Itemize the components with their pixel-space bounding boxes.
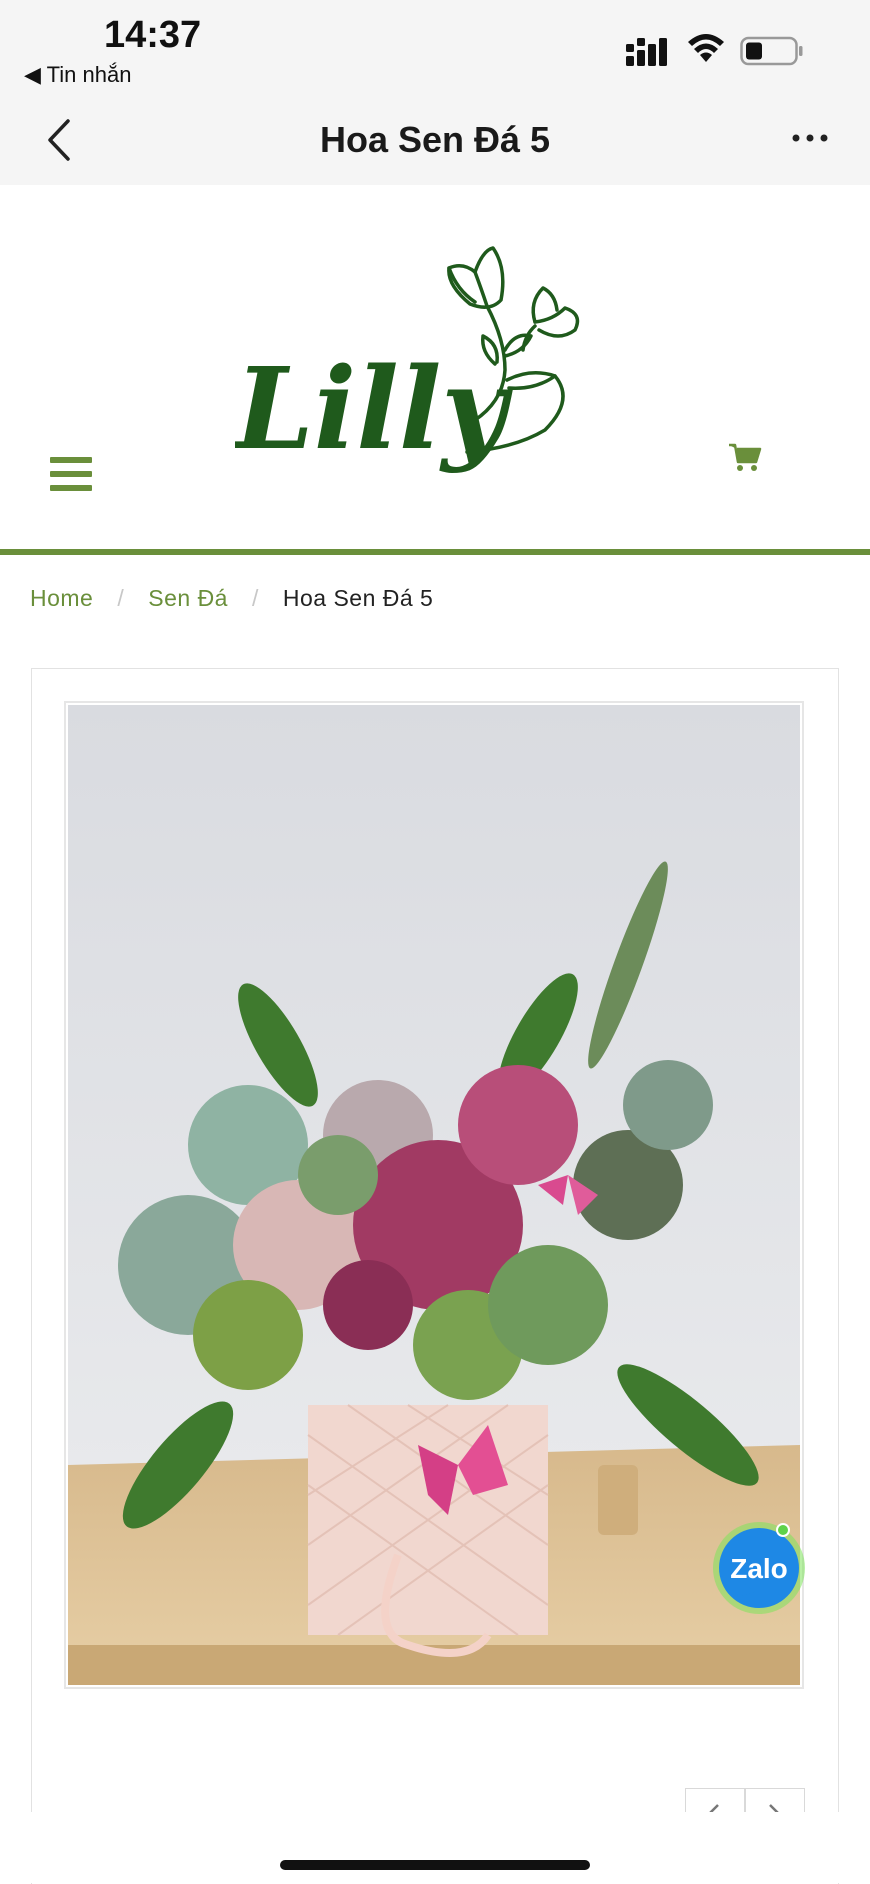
lilly-logo[interactable]: Lilly bbox=[235, 240, 625, 480]
breadcrumb-current: Hoa Sen Đá 5 bbox=[282, 585, 434, 611]
page-title: Hoa Sen Đá 5 bbox=[319, 119, 551, 160]
product-photo bbox=[68, 705, 800, 1685]
breadcrumb-home-link[interactable]: Home bbox=[30, 585, 93, 611]
zalo-label: Zalo bbox=[730, 1553, 788, 1584]
more-horizontal-icon[interactable] bbox=[790, 123, 830, 153]
home-indicator[interactable] bbox=[280, 1860, 590, 1870]
cellular-signal-icon bbox=[626, 38, 667, 66]
breadcrumb-separator: / bbox=[117, 585, 125, 611]
breadcrumb-separator: / bbox=[251, 585, 259, 611]
hamburger-icon-line bbox=[50, 457, 92, 463]
header-divider bbox=[0, 549, 870, 555]
zalo-chat-button[interactable]: Zalo bbox=[711, 1518, 807, 1614]
back-to-app-link[interactable]: ◀ Tin nhắn bbox=[24, 62, 131, 88]
product-image-frame[interactable] bbox=[64, 701, 804, 1689]
breadcrumb-category-link[interactable]: Sen Đá bbox=[148, 585, 228, 611]
app-navigation-bar: Hoa Sen Đá 5 bbox=[0, 95, 870, 186]
cart-icon[interactable] bbox=[728, 440, 762, 474]
site-header: Lilly bbox=[0, 185, 870, 550]
product-gallery-card bbox=[31, 668, 839, 1884]
status-time: 14:37 bbox=[104, 14, 202, 56]
wifi-icon bbox=[688, 34, 724, 62]
hamburger-menu-button[interactable] bbox=[50, 457, 92, 497]
breadcrumb: Home / Sen Đá / Hoa Sen Đá 5 bbox=[30, 585, 433, 612]
hamburger-icon-line bbox=[50, 471, 92, 477]
home-indicator-area bbox=[0, 1812, 870, 1883]
battery-icon bbox=[740, 36, 803, 66]
hamburger-icon-line bbox=[50, 485, 92, 491]
status-bar: 14:37 ◀ Tin nhắn bbox=[0, 0, 870, 95]
logo-wordmark: Lilly bbox=[235, 344, 513, 475]
